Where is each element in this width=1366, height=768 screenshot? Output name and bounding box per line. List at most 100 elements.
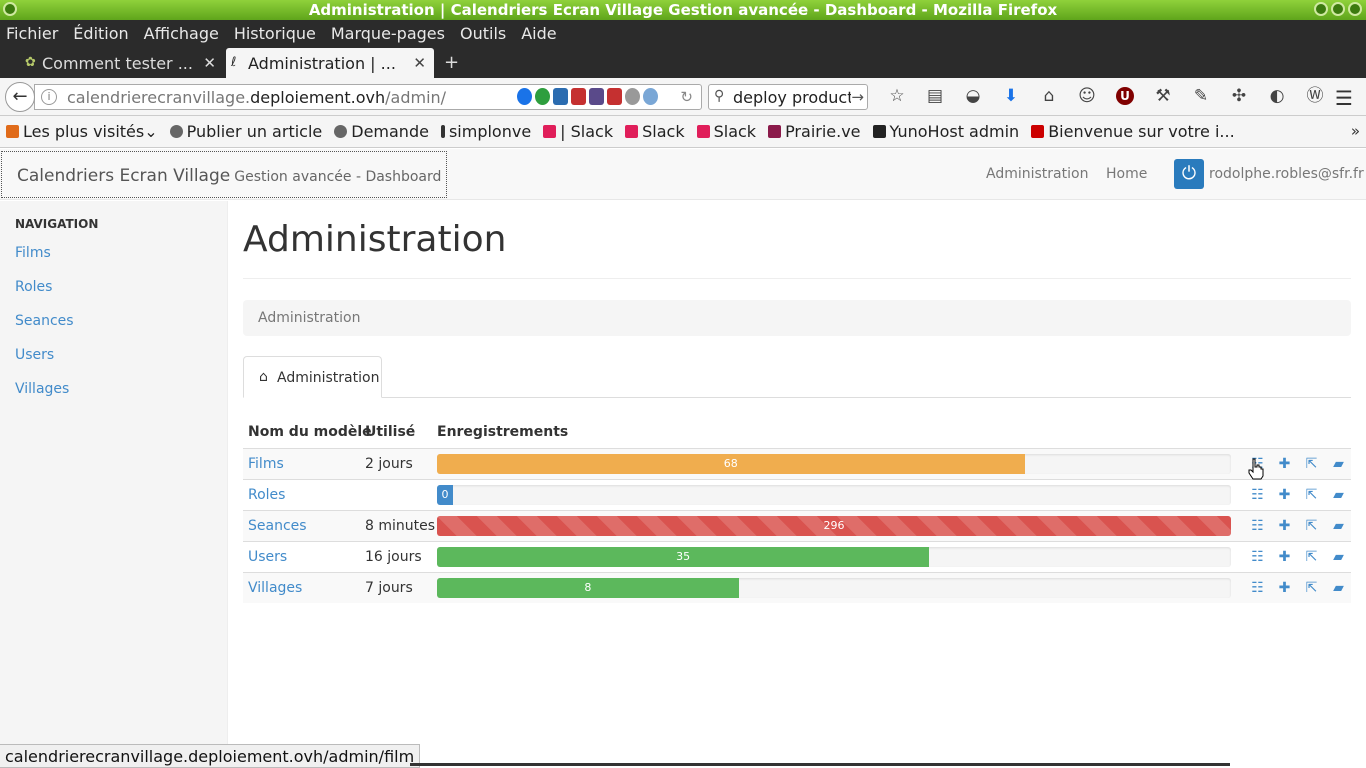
network-icon[interactable]: ✣ xyxy=(1220,86,1258,106)
url-bar[interactable]: i calendrierecranvillage.deploiement.ovh… xyxy=(34,84,702,110)
list-icon[interactable]: ☷ xyxy=(1244,518,1271,534)
site-info-icon[interactable]: i xyxy=(41,89,57,105)
wordpress-icon[interactable]: Ⓦ xyxy=(1296,86,1334,106)
bookmark-item[interactable]: Slack xyxy=(625,122,685,141)
model-link-users[interactable]: Users xyxy=(248,549,287,565)
folder-open-icon[interactable]: ▰ xyxy=(1325,549,1352,565)
model-link-films[interactable]: Films xyxy=(248,456,284,472)
menu-marque-pages[interactable]: Marque-pages xyxy=(331,24,445,43)
menu-outils[interactable]: Outils xyxy=(460,24,506,43)
add-icon[interactable]: ✚ xyxy=(1271,518,1298,534)
reload-icon[interactable]: ↻ xyxy=(680,88,693,106)
extension-icon[interactable] xyxy=(643,88,658,105)
model-link-villages[interactable]: Villages xyxy=(248,580,302,596)
close-window-icon[interactable] xyxy=(1348,2,1362,16)
url-text[interactable]: calendrierecranvillage.deploiement.ovh/a… xyxy=(67,88,446,107)
browser-tab-comment-tester[interactable]: ✿ Comment tester ... ✕ xyxy=(20,48,224,78)
close-tab-icon[interactable]: ✕ xyxy=(203,54,216,72)
extension-icon[interactable] xyxy=(607,88,622,105)
home-icon: ⌂ xyxy=(259,369,268,385)
power-icon[interactable]: ⏻ xyxy=(1174,159,1204,189)
web-page: Calendriers Ecran Village Gestion avancée… xyxy=(0,149,1366,768)
sidebar-item-villages[interactable]: Villages xyxy=(15,381,69,397)
user-email[interactable]: rodolphe.robles@sfr.fr xyxy=(1209,166,1364,182)
bookmark-item[interactable]: Bienvenue sur votre i... xyxy=(1031,122,1235,141)
reading-list-icon[interactable]: ▤ xyxy=(916,86,954,106)
search-go-icon[interactable]: → xyxy=(851,88,864,106)
sidebar-item-seances[interactable]: Seances xyxy=(15,313,74,329)
new-tab-icon[interactable]: + xyxy=(444,52,459,73)
add-icon[interactable]: ✚ xyxy=(1271,487,1298,503)
export-icon[interactable]: ⇱ xyxy=(1298,549,1325,565)
folder-open-icon[interactable]: ▰ xyxy=(1325,456,1352,472)
bookmark-item[interactable]: Les plus visités ⌄ xyxy=(6,122,158,141)
folder-open-icon[interactable]: ▰ xyxy=(1325,487,1352,503)
downloads-icon[interactable]: ⬇ xyxy=(992,86,1030,106)
menu-edition[interactable]: Édition xyxy=(73,24,128,43)
list-icon[interactable]: ☷ xyxy=(1244,549,1271,565)
header-link-home[interactable]: Home xyxy=(1106,166,1147,182)
extension-icon[interactable] xyxy=(571,88,586,105)
extension-badge-icon[interactable]: ✎ xyxy=(1182,86,1220,106)
extension-icon[interactable] xyxy=(553,88,568,105)
tab-administration[interactable]: ⌂ Administration xyxy=(243,356,382,398)
color-wheel-icon[interactable]: ◐ xyxy=(1258,86,1296,106)
add-icon[interactable]: ✚ xyxy=(1271,456,1298,472)
folder-open-icon[interactable]: ▰ xyxy=(1325,518,1352,534)
minimize-icon[interactable] xyxy=(1314,2,1328,16)
bookmark-item[interactable]: Prairie.ve xyxy=(768,122,861,141)
list-icon[interactable]: ☷ xyxy=(1244,580,1271,596)
sidebar-item-films[interactable]: Films xyxy=(15,245,51,261)
list-icon[interactable]: ☷ xyxy=(1244,487,1271,503)
pocket-icon[interactable]: ◒ xyxy=(954,86,992,106)
bookmark-item[interactable]: Slack xyxy=(696,122,756,141)
sidebar-item-users[interactable]: Users xyxy=(15,347,54,363)
export-icon[interactable]: ⇱ xyxy=(1298,456,1325,472)
tool-icon[interactable]: ⚒ xyxy=(1144,86,1182,106)
bookmark-star-icon[interactable]: ☆ xyxy=(878,86,916,106)
yunohost-icon xyxy=(872,125,886,138)
window-menu-icon[interactable] xyxy=(3,2,17,16)
search-bar[interactable]: ⚲ deploy product → xyxy=(708,84,868,110)
model-link-seances[interactable]: Seances xyxy=(248,518,307,534)
header-link-administration[interactable]: Administration xyxy=(986,166,1088,182)
browser-tab-administration[interactable]: ℓ Administration | ... ✕ xyxy=(226,48,434,78)
toolbar-icons: ☆ ▤ ◒ ⬇ ⌂ ☺ U ⚒ ✎ ✣ ◐ Ⓦ xyxy=(878,86,1334,106)
menu-affichage[interactable]: Affichage xyxy=(144,24,219,43)
brand-link[interactable]: Calendriers Ecran Village Gestion avancée… xyxy=(1,151,447,198)
more-bookmarks-icon[interactable]: » xyxy=(1351,122,1360,140)
tab-favicon-icon: ✿ xyxy=(25,55,36,70)
maximize-icon[interactable] xyxy=(1331,2,1345,16)
hamburger-menu-icon[interactable]: ☰ xyxy=(1335,86,1353,110)
bookmark-item[interactable]: Demande xyxy=(334,122,429,141)
export-icon[interactable]: ⇱ xyxy=(1298,580,1325,596)
add-icon[interactable]: ✚ xyxy=(1271,549,1298,565)
extension-icon[interactable] xyxy=(589,88,604,105)
sidebar-item-roles[interactable]: Roles xyxy=(15,279,52,295)
ublock-icon[interactable]: U xyxy=(1116,87,1134,105)
add-icon[interactable]: ✚ xyxy=(1271,580,1298,596)
menu-historique[interactable]: Historique xyxy=(234,24,316,43)
menu-fichier[interactable]: Fichier xyxy=(6,24,58,43)
close-tab-icon[interactable]: ✕ xyxy=(413,54,426,72)
extension-icon[interactable] xyxy=(517,88,532,105)
folder-open-icon[interactable]: ▰ xyxy=(1325,580,1352,596)
bookmark-item[interactable]: simplonve xyxy=(440,122,531,141)
search-input[interactable]: deploy product xyxy=(733,88,851,107)
back-button[interactable]: ← xyxy=(5,82,35,112)
bookmark-item[interactable]: YunoHost admin xyxy=(872,122,1019,141)
url-extension-icons xyxy=(517,88,658,105)
prairie-icon xyxy=(768,125,782,138)
chat-icon[interactable]: ☺ xyxy=(1068,86,1106,106)
bookmark-item[interactable]: Publier un article xyxy=(169,122,322,141)
bookmark-item[interactable]: | Slack xyxy=(543,122,613,141)
records-fill-roles: 0 xyxy=(437,485,453,505)
breadcrumb-item: Administration xyxy=(258,310,361,326)
export-icon[interactable]: ⇱ xyxy=(1298,487,1325,503)
home-icon[interactable]: ⌂ xyxy=(1030,86,1068,106)
model-link-roles[interactable]: Roles xyxy=(248,487,285,503)
extension-icon[interactable] xyxy=(535,88,550,105)
extension-icon[interactable] xyxy=(625,88,640,105)
menu-aide[interactable]: Aide xyxy=(521,24,556,43)
export-icon[interactable]: ⇱ xyxy=(1298,518,1325,534)
